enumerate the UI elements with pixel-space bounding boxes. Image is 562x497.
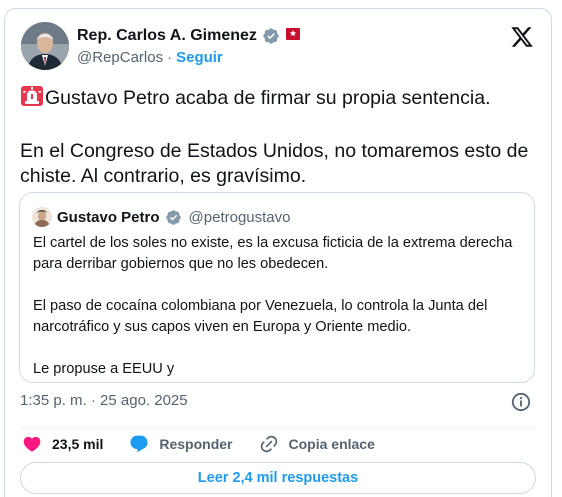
info-icon[interactable] xyxy=(511,392,531,417)
quoted-avatar xyxy=(32,207,52,227)
tweet-line-1: Gustavo Petro acaba de firmar su propia … xyxy=(45,87,491,109)
read-replies-button[interactable]: Leer 2,4 mil respuestas xyxy=(20,462,536,494)
verified-badge-icon xyxy=(262,27,280,45)
quoted-author-handle: @petrogustavo xyxy=(188,208,291,226)
copy-link-button[interactable]: Copia enlace xyxy=(259,434,375,454)
quoted-paragraph-1: El cartel de los soles no existe, es la … xyxy=(33,235,513,272)
action-bar: 23,5 mil Responder Copia enlace xyxy=(22,432,401,456)
separator-dot: · xyxy=(167,49,173,66)
author-name[interactable]: Rep. Carlos A. Gimenez xyxy=(77,27,257,45)
quoted-paragraph-3: Le propuse a EEUU y xyxy=(33,361,175,377)
tweet-card: Rep. Carlos A. Gimenez @RepCarlos · Segu… xyxy=(4,8,552,497)
divider xyxy=(20,427,536,428)
like-button[interactable]: 23,5 mil xyxy=(22,434,103,454)
quoted-author-name: Gustavo Petro xyxy=(57,208,160,226)
x-logo-icon[interactable] xyxy=(510,25,534,49)
tweet-timestamp[interactable]: 1:35 p. m. · 25 ago. 2025 xyxy=(20,392,188,409)
flag-icon xyxy=(285,26,301,47)
reply-bubble-icon xyxy=(129,434,149,454)
author-info: Rep. Carlos A. Gimenez @RepCarlos · Segu… xyxy=(77,26,301,66)
follow-button[interactable]: Seguir xyxy=(176,49,223,66)
link-icon xyxy=(259,434,279,454)
reply-button[interactable]: Responder xyxy=(129,434,233,454)
tweet-line-2: En el Congreso de Estados Unidos, no tom… xyxy=(20,140,529,187)
quoted-paragraph-2: El paso de cocaína colombiana por Venezu… xyxy=(33,298,488,335)
author-avatar[interactable] xyxy=(21,22,69,70)
quoted-tweet[interactable]: Gustavo Petro @petrogustavo El cartel de… xyxy=(19,192,535,383)
author-handle[interactable]: @RepCarlos xyxy=(77,49,163,66)
like-count: 23,5 mil xyxy=(52,436,104,452)
reply-label: Responder xyxy=(159,436,233,452)
siren-icon xyxy=(20,85,44,114)
verified-badge-icon xyxy=(165,209,182,226)
heart-icon xyxy=(22,434,42,454)
copy-link-label: Copia enlace xyxy=(288,436,375,452)
tweet-text: Gustavo Petro acaba de firmar su propia … xyxy=(20,85,540,189)
quoted-text: El cartel de los soles no existe, es la … xyxy=(33,233,523,380)
